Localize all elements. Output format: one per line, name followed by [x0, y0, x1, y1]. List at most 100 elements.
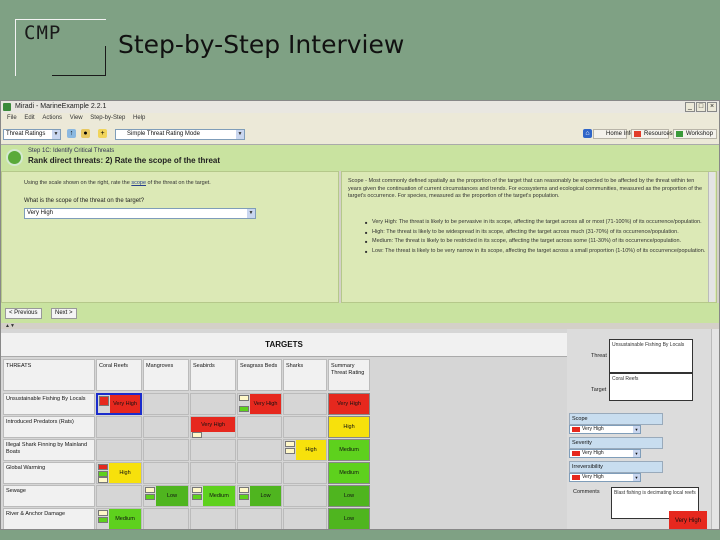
chevron-down-icon: ▼ [633, 426, 640, 433]
zoom-in-icon[interactable]: + [98, 129, 107, 138]
rating-flag [145, 487, 155, 493]
irreversibility-select[interactable]: Very High ▼ [569, 473, 641, 482]
scope-level-medium: Medium: The threat is likely to be restr… [365, 238, 706, 246]
matrix-cell[interactable]: Very High [190, 416, 236, 438]
menu-help[interactable]: Help [133, 115, 145, 121]
matrix-cell[interactable] [237, 462, 282, 484]
matrix-cell[interactable] [190, 393, 236, 415]
matrix-cell[interactable] [237, 439, 282, 461]
minimize-button[interactable]: _ [685, 102, 695, 112]
app-window: Miradi - MarineExample 2.2.1 _ □ × File … [0, 100, 720, 530]
threat-label: Threat [591, 353, 607, 359]
column-header-seagrass-beds[interactable]: Seagrass Beds [237, 359, 282, 391]
matrix-cell[interactable] [283, 508, 327, 529]
matrix-cell[interactable] [190, 462, 236, 484]
home-info-link[interactable]: Home Info [593, 129, 634, 139]
zoom-icon[interactable]: ● [81, 129, 90, 138]
previous-button[interactable]: < Previous [5, 308, 42, 319]
menu-step-by-step[interactable]: Step-by-Step [90, 115, 125, 121]
row-header-sewage[interactable]: Sewage [3, 485, 95, 507]
rating-flag [239, 406, 249, 412]
column-header-sharks[interactable]: Sharks [283, 359, 327, 391]
column-header-mangroves[interactable]: Mangroves [143, 359, 189, 391]
matrix-cell[interactable]: Low [237, 485, 282, 507]
close-button[interactable]: × [707, 102, 717, 112]
menu-file[interactable]: File [7, 115, 17, 121]
logo-line [52, 75, 106, 76]
next-button[interactable]: Next > [51, 308, 77, 319]
maximize-button[interactable]: □ [696, 102, 706, 112]
scope-level-high: High: The threat is likely to be widespr… [365, 229, 706, 237]
matrix-cell[interactable]: Low [143, 485, 189, 507]
severity-field: Severity [569, 437, 663, 449]
row-header-river-anchor-damage[interactable]: River & Anchor Damage [3, 508, 95, 529]
view-select-value: Threat Ratings [6, 131, 46, 137]
help-scrollbar[interactable] [708, 172, 715, 302]
view-select[interactable]: Threat Ratings ▼ [3, 129, 61, 140]
scope-level-low: Low: The threat is likely to be very nar… [365, 248, 706, 256]
matrix-cell[interactable] [237, 508, 282, 529]
intro-suffix: of the threat on the target. [147, 180, 211, 186]
workshop-link[interactable]: Workshop [673, 129, 717, 139]
resources-label: Resources [644, 131, 673, 137]
scope-select[interactable]: Very High ▼ [569, 425, 641, 434]
menu-view[interactable]: View [70, 115, 83, 121]
workshop-icon [676, 131, 683, 137]
column-header-seabirds[interactable]: Seabirds [190, 359, 236, 391]
matrix-cell[interactable]: Very High [237, 393, 282, 415]
scope-select-value: Very High [582, 426, 604, 432]
slide-title: Step-by-Step Interview [118, 30, 405, 59]
arrow-icon[interactable]: ↑ [67, 129, 76, 138]
rating-flag [239, 494, 249, 500]
mode-select[interactable]: Simple Threat Rating Mode ▼ [115, 129, 245, 140]
rating-flag [98, 477, 108, 483]
resources-link[interactable]: Resources [631, 129, 673, 139]
logo-line [105, 46, 106, 76]
severity-select[interactable]: Very High ▼ [569, 449, 641, 458]
matrix-cell[interactable]: High [283, 439, 327, 461]
matrix-cell[interactable] [143, 393, 189, 415]
row-header-unsustainable-fishing[interactable]: Unsustainable Fishing By Locals [3, 393, 95, 415]
matrix-cell[interactable] [143, 416, 189, 438]
matrix-cell[interactable] [190, 439, 236, 461]
summary-rating: Low [328, 485, 370, 507]
matrix-cell[interactable] [96, 485, 142, 507]
column-header-coral-reefs[interactable]: Coral Reefs [96, 359, 142, 391]
irreversibility-select-value: Very High [582, 474, 604, 480]
matrix-cell[interactable] [143, 439, 189, 461]
menu-edit[interactable]: Edit [24, 115, 34, 121]
scope-answer-select[interactable]: Very High ▼ [24, 208, 256, 219]
matrix-cell[interactable] [283, 485, 327, 507]
matrix-cell[interactable]: High [96, 462, 142, 484]
matrix-cell[interactable] [283, 416, 327, 438]
matrix-cell[interactable] [190, 508, 236, 529]
matrix-cell[interactable]: Medium [96, 508, 142, 529]
cell-rating: High [109, 463, 141, 483]
matrix-cell[interactable] [143, 462, 189, 484]
row-header-illegal-shark-finning[interactable]: Illegal Shark Finning by Mainland Boats [3, 439, 95, 461]
workshop-label: Workshop [686, 131, 713, 137]
rating-flag [239, 487, 249, 493]
matrix-cell[interactable] [283, 462, 327, 484]
row-header-global-warming[interactable]: Global Warming [3, 462, 95, 484]
summary-column-header: Summary Threat Rating [328, 359, 370, 391]
cell-rating: Very High [110, 395, 140, 413]
scope-link[interactable]: scope [131, 180, 146, 186]
matrix-cell[interactable] [96, 416, 142, 438]
matrix-cell[interactable] [237, 416, 282, 438]
rating-flag [192, 432, 202, 438]
matrix-cell[interactable] [283, 393, 327, 415]
matrix-cell[interactable] [143, 508, 189, 529]
matrix-cell[interactable]: Medium [190, 485, 236, 507]
chevron-down-icon: ▼ [247, 209, 255, 218]
menu-actions[interactable]: Actions [42, 115, 62, 121]
detail-scrollbar[interactable] [711, 329, 719, 529]
summary-rating: Low [328, 508, 370, 529]
step-header: Step 1C: Identify Critical Threats Rank … [1, 145, 719, 171]
severity-field-label: Severity [572, 440, 592, 446]
chevron-down-icon: ▼ [236, 130, 244, 139]
detail-panel-scroll: Threat Unsustainable Fishing By Locals T… [567, 329, 719, 529]
matrix-cell[interactable]: Very High [96, 393, 142, 415]
matrix-cell[interactable] [96, 439, 142, 461]
row-header-introduced-predators[interactable]: Introduced Predators (Rats) [3, 416, 95, 438]
